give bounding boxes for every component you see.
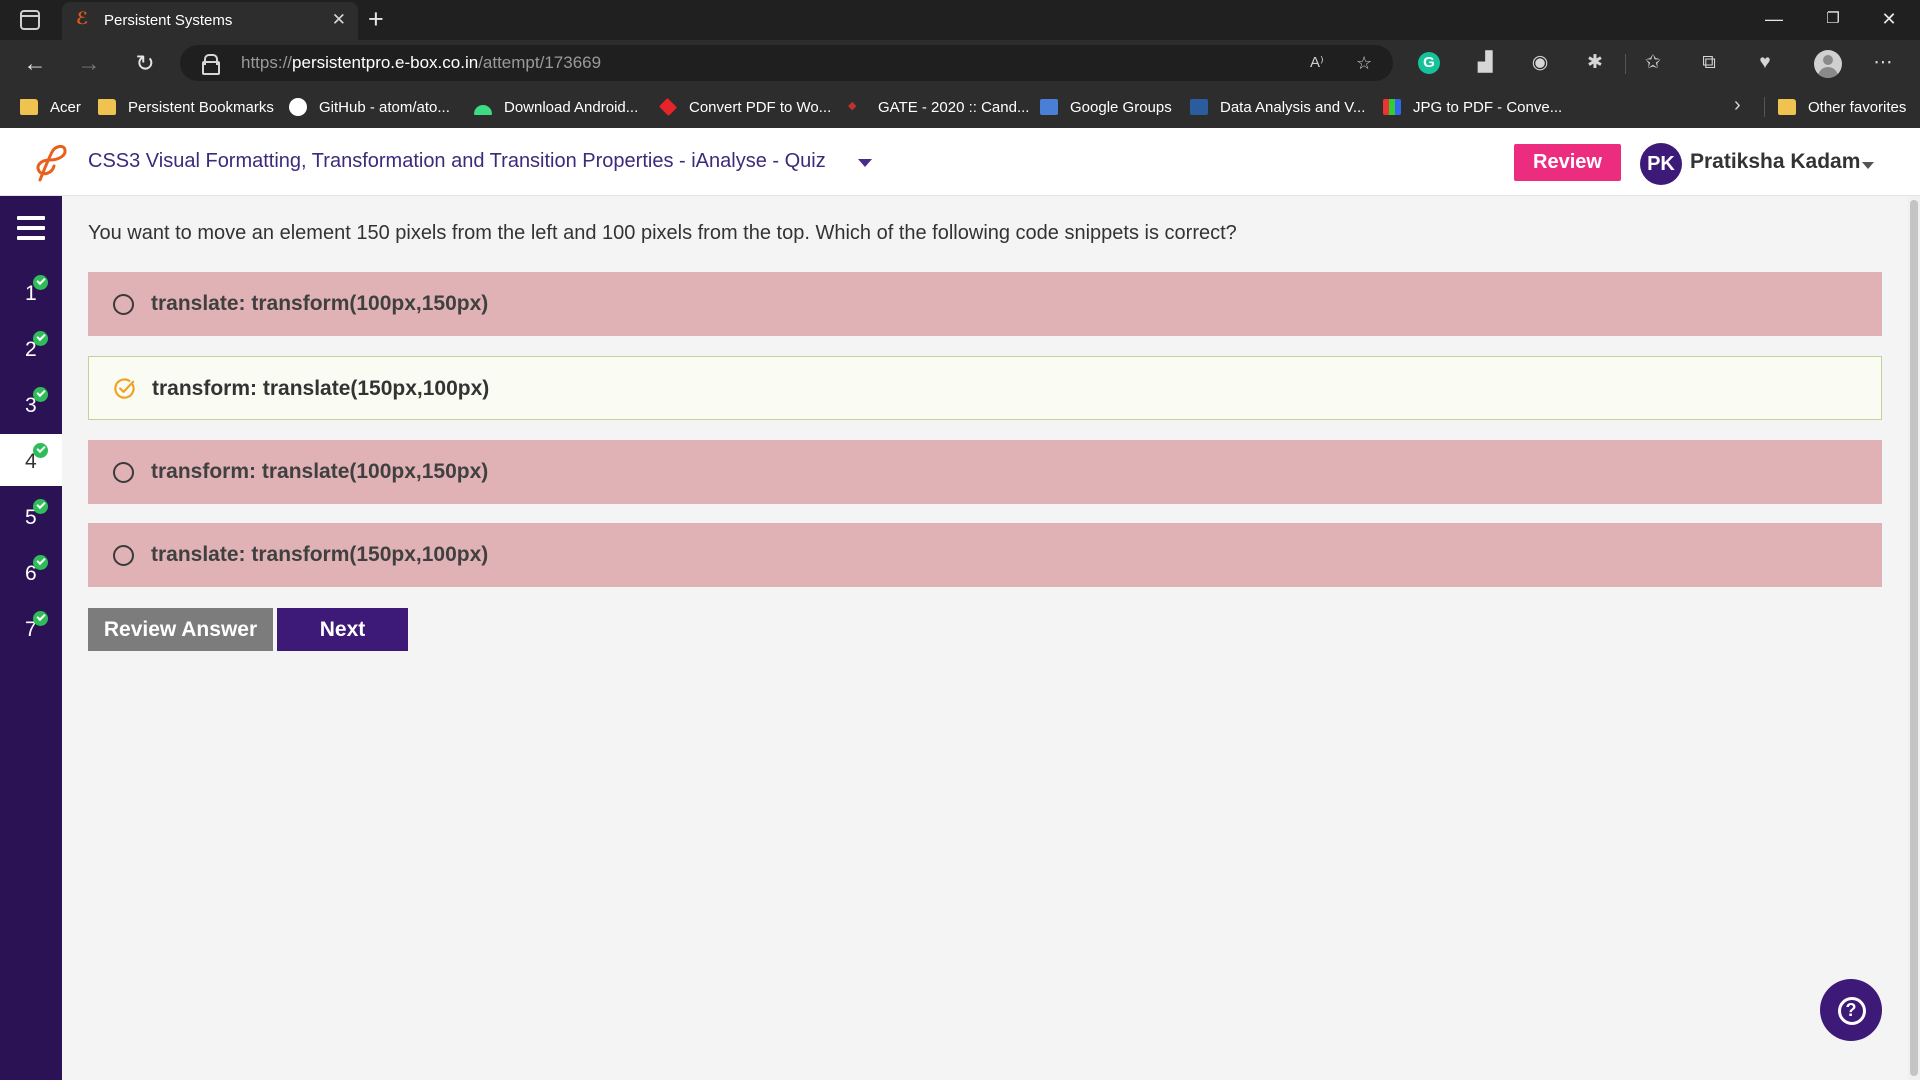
answered-check-icon — [33, 387, 48, 402]
persistent-logo-icon[interactable] — [30, 140, 70, 182]
answered-check-icon — [33, 611, 48, 626]
pdf-icon — [658, 97, 678, 117]
tab-title: Persistent Systems — [104, 12, 233, 29]
avatar[interactable]: PK — [1640, 143, 1682, 185]
user-menu-chevron-down-icon[interactable] — [1862, 162, 1874, 169]
review-button[interactable]: Review — [1514, 144, 1621, 181]
more-menu-icon[interactable]: ⋯ — [1870, 50, 1896, 76]
window-close-icon[interactable]: ✕ — [1874, 6, 1904, 32]
bookmark-other-favorites[interactable]: Other favorites — [1778, 95, 1906, 119]
tab-close-icon[interactable]: ✕ — [332, 10, 346, 30]
new-tab-icon[interactable]: + — [368, 4, 384, 34]
quiz-page: CSS3 Visual Formatting, Transformation a… — [0, 128, 1920, 1080]
help-button[interactable]: ? — [1820, 979, 1882, 1041]
read-aloud-icon[interactable]: A⁾ — [1310, 51, 1324, 75]
app-header: CSS3 Visual Formatting, Transformation a… — [0, 128, 1920, 196]
extension-icon[interactable]: ◉ — [1527, 50, 1553, 76]
answered-check-icon — [33, 499, 48, 514]
github-icon — [289, 98, 307, 116]
gate-icon: ◆ — [848, 100, 857, 112]
groups-icon — [1040, 99, 1058, 115]
answered-check-icon — [33, 443, 48, 458]
option-label: translate: transform(100px,150px) — [151, 292, 489, 315]
correct-check-icon — [114, 378, 135, 399]
favorites-icon[interactable]: ✩ — [1640, 50, 1666, 76]
question-nav-item[interactable]: 5 — [0, 490, 62, 542]
radio-button-icon[interactable] — [113, 294, 134, 315]
answered-check-icon — [33, 331, 48, 346]
user-name[interactable]: Pratiksha Kadam — [1690, 150, 1860, 174]
question-mark-icon: ? — [1845, 1000, 1857, 1020]
bookmark-android[interactable]: Download Android... — [474, 95, 638, 119]
option-label: transform: translate(150px,100px) — [152, 377, 490, 400]
extensions-puzzle-icon[interactable]: ✱ — [1582, 50, 1608, 76]
question-nav-item[interactable]: 3 — [0, 378, 62, 430]
answer-option-incorrect[interactable]: translate: transform(100px,150px) — [88, 272, 1882, 336]
folder-icon — [20, 99, 38, 115]
question-nav-item[interactable]: 1 — [0, 266, 62, 318]
folder-icon — [98, 99, 116, 115]
browser-essentials-icon[interactable]: ♥ — [1752, 50, 1778, 76]
answer-option-correct[interactable]: transform: translate(150px,100px) — [88, 356, 1882, 420]
bookmark-google-groups[interactable]: Google Groups — [1040, 95, 1172, 119]
browser-toolbar: ← → ↻ https://persistentpro.e-box.co.in/… — [0, 40, 1920, 86]
review-answer-button[interactable]: Review Answer — [88, 608, 273, 651]
back-icon[interactable]: ← — [20, 48, 50, 78]
bookmark-persistent[interactable]: Persistent Bookmarks — [98, 95, 274, 119]
browser-tab[interactable]: ℰ Persistent Systems ✕ — [62, 2, 358, 40]
answer-option-incorrect[interactable]: translate: transform(150px,100px) — [88, 523, 1882, 587]
question-nav-item[interactable]: 6 — [0, 546, 62, 598]
bookmark-data-analysis[interactable]: Data Analysis and V... — [1190, 95, 1365, 119]
bookmarks-overflow-icon[interactable]: › — [1734, 94, 1741, 117]
collections-icon[interactable]: ⧉ — [1696, 50, 1722, 76]
quiz-title[interactable]: CSS3 Visual Formatting, Transformation a… — [88, 150, 826, 173]
toolbar-divider — [1625, 54, 1626, 74]
folder-icon — [1778, 99, 1796, 115]
android-icon — [474, 105, 492, 115]
bookmark-gate[interactable]: ◆ GATE - 2020 :: Cand... — [848, 95, 1029, 119]
option-label: translate: transform(150px,100px) — [151, 543, 489, 566]
scrollbar-thumb[interactable] — [1910, 200, 1918, 1076]
next-button[interactable]: Next — [277, 608, 408, 651]
persistent-favicon-icon: ℰ — [76, 9, 89, 28]
refresh-icon[interactable]: ↻ — [130, 48, 160, 78]
analytics-extension-icon[interactable]: ▟ — [1472, 50, 1498, 76]
add-favorite-icon[interactable]: ☆ — [1356, 51, 1372, 75]
answer-option-incorrect[interactable]: transform: translate(100px,150px) — [88, 440, 1882, 504]
bookmark-github[interactable]: GitHub - atom/ato... — [289, 95, 450, 119]
question-nav-item[interactable]: 7 — [0, 602, 62, 654]
bookmark-pdf[interactable]: Convert PDF to Wo... — [658, 95, 831, 119]
radio-button-icon[interactable] — [113, 462, 134, 483]
bookmark-acer[interactable]: Acer — [20, 95, 81, 119]
minimize-icon[interactable]: — — [1759, 6, 1789, 32]
question-sidebar: 1 2 3 4 5 6 7 — [0, 196, 62, 1080]
bookmarks-divider — [1764, 97, 1765, 117]
grammarly-icon[interactable]: G — [1418, 52, 1440, 74]
menu-icon[interactable] — [17, 216, 45, 240]
answered-check-icon — [33, 275, 48, 290]
page-scrollbar[interactable] — [1908, 196, 1920, 1080]
title-dropdown-icon[interactable] — [858, 159, 872, 167]
restore-icon[interactable]: ❐ — [1818, 6, 1848, 32]
question-nav-item-active[interactable]: 4 — [0, 434, 62, 486]
forward-icon[interactable]: → — [74, 48, 104, 78]
question-nav-item[interactable]: 2 — [0, 322, 62, 374]
data-icon — [1190, 99, 1208, 115]
jpg-icon — [1383, 99, 1401, 115]
url-text[interactable]: https://persistentpro.e-box.co.in/attemp… — [241, 53, 601, 73]
answered-check-icon — [33, 555, 48, 570]
bookmark-jpg-to-pdf[interactable]: JPG to PDF - Conve... — [1383, 95, 1562, 119]
tab-actions-icon[interactable] — [20, 10, 40, 30]
radio-button-icon[interactable] — [113, 545, 134, 566]
question-text: You want to move an element 150 pixels f… — [88, 222, 1237, 244]
browser-tab-bar: ℰ Persistent Systems ✕ + — ❐ ✕ — [0, 0, 1920, 40]
bookmarks-bar: Acer Persistent Bookmarks GitHub - atom/… — [0, 86, 1920, 128]
lock-icon[interactable] — [202, 54, 220, 75]
option-label: transform: translate(100px,150px) — [151, 460, 489, 483]
address-bar[interactable]: https://persistentpro.e-box.co.in/attemp… — [180, 45, 1393, 81]
profile-icon[interactable] — [1814, 50, 1842, 78]
